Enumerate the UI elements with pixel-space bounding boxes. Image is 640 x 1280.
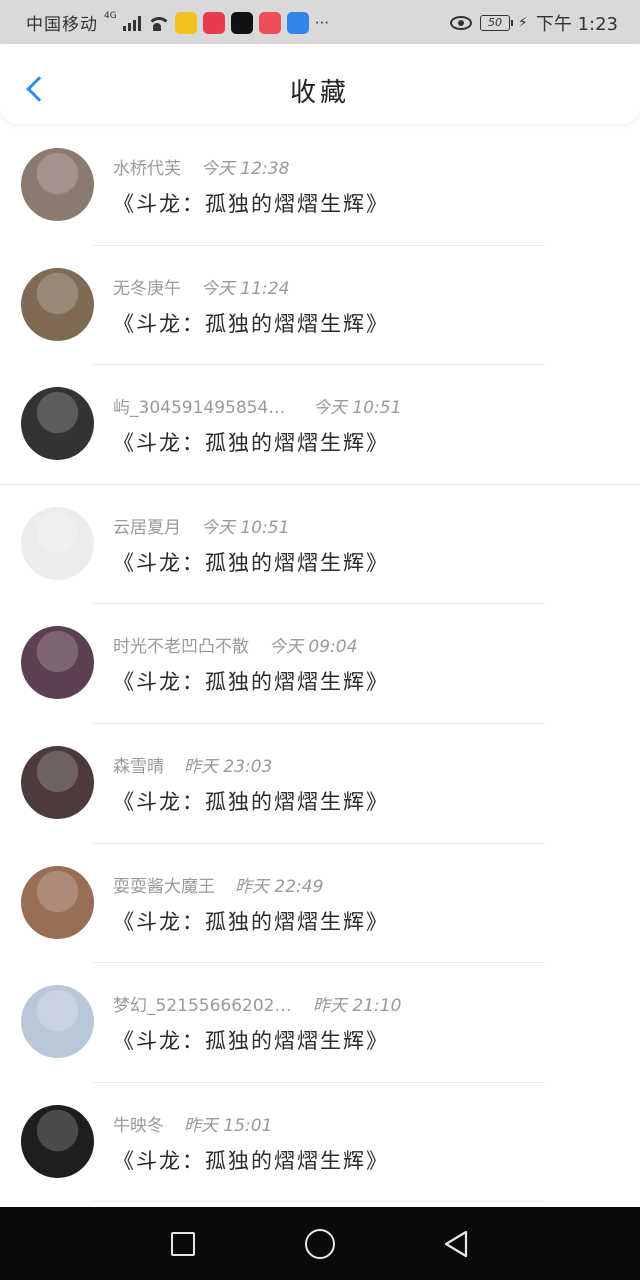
item-meta: 梦幻_521556662020… 昨天 21:10: [113, 991, 401, 1016]
item-meta: 牛映冬 昨天 15:01: [113, 1111, 272, 1136]
item-meta: 无冬庚午 今天 11:24: [113, 274, 289, 299]
username[interactable]: 屿_30459149585453…: [113, 393, 293, 418]
list-item[interactable]: 水桥代芙 今天 12:38 《斗龙：孤独的熠熠生辉》: [0, 126, 640, 246]
more-indicator: ···: [314, 13, 330, 32]
timestamp: 今天 12:38: [201, 159, 290, 179]
avatar[interactable]: [21, 148, 94, 221]
item-meta: 森雪晴 昨天 23:03: [113, 752, 272, 777]
list-item[interactable]: 云居夏月 今天 10:51 《斗龙：孤独的熠熠生辉》: [0, 485, 640, 605]
avatar[interactable]: [21, 985, 94, 1059]
timestamp: 今天 11:24: [201, 278, 290, 299]
favorite-title[interactable]: 《斗龙：孤独的熠熠生辉》: [113, 427, 389, 457]
timestamp: 昨天 21:10: [313, 996, 402, 1017]
avatar[interactable]: [21, 387, 94, 461]
list-item[interactable]: 梦幻_521556662020… 昨天 21:10 《斗龙：孤独的熠熠生辉》: [0, 963, 640, 1083]
charging-icon: ⚡: [518, 15, 528, 31]
signal-icon: [122, 15, 141, 31]
list-item[interactable]: 耍耍酱大魔王 昨天 22:49 《斗龙：孤独的熠熠生辉》: [0, 844, 640, 964]
username[interactable]: 森雪晴: [113, 752, 164, 777]
item-meta: 屿_30459149585453… 今天 10:51: [113, 393, 401, 418]
timestamp: 昨天 23:03: [184, 756, 273, 777]
username[interactable]: 水桥代芙: [113, 154, 181, 179]
username[interactable]: 牛映冬: [113, 1111, 164, 1136]
carrier-label: 中国移动: [26, 15, 98, 35]
username[interactable]: 时光不老凹凸不散: [113, 632, 249, 657]
list-item[interactable]: 屿_30459149585453… 今天 10:51 《斗龙：孤独的熠熠生辉》: [0, 365, 640, 485]
list-item[interactable]: 无冬庚午 今天 11:24 《斗龙：孤独的熠熠生辉》: [0, 246, 640, 366]
timestamp: 今天 10:51: [201, 517, 290, 538]
page-title: 收藏: [289, 78, 350, 108]
clock: 下午 1:23: [535, 14, 618, 35]
favorite-title[interactable]: 《斗龙：孤独的熠熠生辉》: [113, 188, 389, 218]
timestamp: 今天 09:04: [269, 637, 358, 658]
divider: [90, 1201, 545, 1203]
eye-icon: [450, 16, 472, 30]
favorite-title[interactable]: 《斗龙：孤独的熠熠生辉》: [113, 1025, 389, 1055]
username[interactable]: 梦幻_521556662020…: [113, 991, 293, 1016]
item-meta: 时光不老凹凸不散 今天 09:04: [113, 632, 357, 657]
network-label: 4G: [104, 10, 117, 21]
favorite-title[interactable]: 《斗龙：孤独的熠熠生辉》: [113, 1145, 389, 1175]
favorite-title[interactable]: 《斗龙：孤独的熠熠生辉》: [113, 547, 389, 577]
status-left: 中国移动 4G ···: [26, 10, 330, 36]
favorite-title[interactable]: 《斗龙：孤独的熠熠生辉》: [113, 786, 389, 816]
favorite-title[interactable]: 《斗龙：孤独的熠熠生辉》: [113, 666, 389, 696]
app-icon-3: [230, 11, 253, 34]
wifi-icon: [146, 15, 169, 31]
square-icon[interactable]: [171, 1232, 195, 1256]
username[interactable]: 云居夏月: [113, 513, 181, 538]
item-meta: 耍耍酱大魔王 昨天 22:49: [113, 872, 323, 897]
status-bar: 中国移动 4G ··· 50 ⚡ 下午 1:23: [0, 0, 640, 44]
circle-icon[interactable]: [305, 1229, 335, 1259]
timestamp: 昨天 22:49: [235, 876, 324, 897]
avatar[interactable]: [21, 1104, 94, 1178]
app-icon-1: [174, 11, 197, 34]
list-item[interactable]: 时光不老凹凸不散 今天 09:04 《斗龙：孤独的熠熠生辉》: [0, 604, 640, 724]
status-right: 50 ⚡ 下午 1:23: [450, 10, 618, 36]
avatar[interactable]: [21, 745, 94, 819]
avatar[interactable]: [21, 506, 94, 580]
app-icon-5: [286, 11, 309, 34]
app-icon-2: [202, 11, 225, 34]
triangle-back-icon[interactable]: [442, 1229, 472, 1259]
username[interactable]: 耍耍酱大魔王: [113, 872, 215, 897]
timestamp: 今天 10:51: [313, 398, 402, 419]
list-item[interactable]: 森雪晴 昨天 23:03 《斗龙：孤独的熠熠生辉》: [0, 724, 640, 844]
battery-icon: 50: [480, 15, 513, 31]
top-navigation-bar: 收藏: [0, 44, 640, 124]
timestamp: 昨天 15:01: [184, 1115, 273, 1136]
system-navigation-bar: [0, 1207, 640, 1280]
item-meta: 水桥代芙 今天 12:38: [113, 154, 289, 179]
app-icon-4: [258, 11, 281, 34]
favorite-title[interactable]: 《斗龙：孤独的熠熠生辉》: [113, 906, 389, 936]
username[interactable]: 无冬庚午: [113, 274, 181, 299]
item-meta: 云居夏月 今天 10:51: [113, 513, 289, 538]
avatar[interactable]: [21, 865, 94, 939]
avatar[interactable]: [21, 626, 94, 700]
favorites-list: 水桥代芙 今天 12:38 《斗龙：孤独的熠熠生辉》 无冬庚午 今天 11:24 《斗龙：…: [0, 126, 640, 1203]
favorite-title[interactable]: 《斗龙：孤独的熠熠生辉》: [113, 308, 389, 338]
list-item[interactable]: 牛映冬 昨天 15:01 《斗龙：孤独的熠熠生辉》: [0, 1083, 640, 1203]
avatar[interactable]: [21, 267, 94, 341]
